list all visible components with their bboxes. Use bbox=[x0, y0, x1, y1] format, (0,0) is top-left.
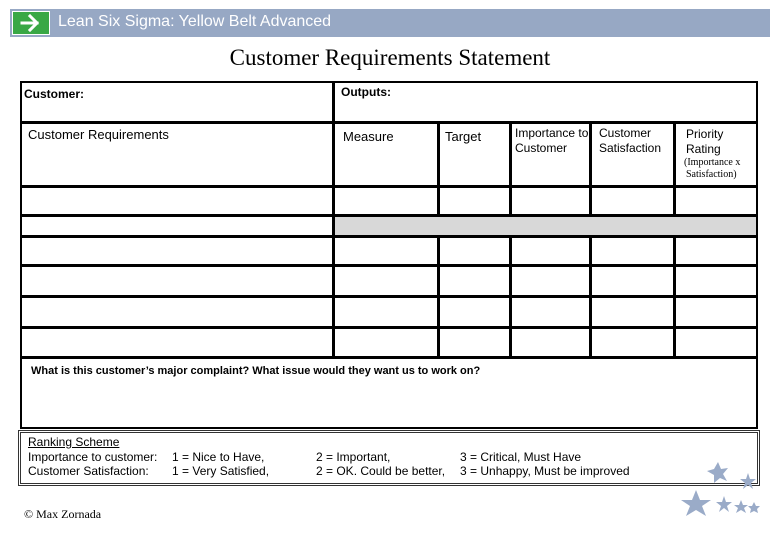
star-shape bbox=[707, 462, 728, 483]
star-shape bbox=[740, 473, 756, 489]
star-shape bbox=[716, 496, 732, 512]
star-shape bbox=[734, 500, 748, 513]
column-priority-line2: Rating bbox=[686, 142, 721, 156]
column-target: Target bbox=[445, 129, 482, 144]
table-cell[interactable] bbox=[510, 236, 591, 266]
ranking-satisfaction-2: 2 = OK. Could be better, bbox=[316, 464, 446, 478]
column-importance-line1: Importance to bbox=[515, 126, 589, 140]
arrow-right-icon bbox=[12, 11, 50, 35]
copyright-text: © Max Zornada bbox=[24, 507, 102, 521]
column-satisfaction-line1: Customer bbox=[599, 126, 652, 140]
ranking-importance-label: Importance to customer: bbox=[28, 450, 158, 464]
outputs-field[interactable] bbox=[333, 81, 758, 123]
shaded-row bbox=[333, 215, 758, 237]
table-cell[interactable] bbox=[20, 186, 334, 216]
app-title: Lean Six Sigma: Yellow Belt Advanced bbox=[58, 13, 332, 30]
column-priority-note-line1: (Importance x bbox=[684, 157, 741, 168]
table-cell[interactable] bbox=[438, 327, 511, 358]
table-cell[interactable] bbox=[674, 236, 758, 266]
star-shape bbox=[748, 502, 760, 513]
table-cell[interactable] bbox=[590, 327, 675, 358]
table-cell[interactable] bbox=[438, 186, 511, 216]
table-cell[interactable] bbox=[590, 265, 675, 297]
table-cell[interactable] bbox=[20, 327, 334, 358]
ranking-importance-2: 2 = Important, bbox=[316, 450, 391, 464]
page-title: Customer Requirements Statement bbox=[229, 45, 551, 70]
star-shape bbox=[681, 490, 711, 516]
table-cell[interactable] bbox=[20, 265, 334, 297]
column-priority-note-line2: Satisfaction) bbox=[686, 169, 737, 180]
table-cell[interactable] bbox=[333, 186, 439, 216]
table-cell[interactable] bbox=[333, 296, 439, 328]
table-cell[interactable] bbox=[20, 215, 334, 237]
table-cell[interactable] bbox=[20, 296, 334, 328]
column-priority-line1: Priority bbox=[686, 127, 724, 141]
stars-icon bbox=[681, 462, 760, 516]
table-cell[interactable] bbox=[510, 265, 591, 297]
table-cell[interactable] bbox=[674, 186, 758, 216]
table-cell[interactable] bbox=[590, 296, 675, 328]
ranking-title: Ranking Scheme bbox=[28, 435, 120, 449]
ranking-importance-1: 1 = Nice to Have, bbox=[172, 450, 265, 464]
table-cell[interactable] bbox=[333, 327, 439, 358]
app-header: Lean Six Sigma: Yellow Belt Advanced bbox=[10, 9, 770, 37]
table-cell[interactable] bbox=[674, 296, 758, 328]
table-cell[interactable] bbox=[438, 236, 511, 266]
ranking-satisfaction-3: 3 = Unhappy, Must be improved bbox=[460, 464, 630, 478]
ranking-importance-3: 3 = Critical, Must Have bbox=[460, 450, 582, 464]
column-importance-line2: Customer bbox=[515, 141, 568, 155]
customer-label: Customer: bbox=[24, 87, 85, 101]
table-cell[interactable] bbox=[20, 236, 334, 266]
table-cell[interactable] bbox=[674, 265, 758, 297]
ranking-satisfaction-label: Customer Satisfaction: bbox=[28, 464, 149, 478]
table-cell[interactable] bbox=[438, 296, 511, 328]
table-cell[interactable] bbox=[510, 327, 591, 358]
table-cell[interactable] bbox=[590, 186, 675, 216]
ranking-satisfaction-1: 1 = Very Satisfied, bbox=[172, 464, 270, 478]
column-measure: Measure bbox=[343, 129, 394, 144]
table-cell[interactable] bbox=[510, 186, 591, 216]
column-requirements: Customer Requirements bbox=[28, 127, 169, 142]
table-cell[interactable] bbox=[438, 265, 511, 297]
complaint-question: What is this customer’s major complaint?… bbox=[31, 365, 481, 377]
table-cell[interactable] bbox=[333, 236, 439, 266]
table-cell[interactable] bbox=[510, 296, 591, 328]
outputs-label: Outputs: bbox=[341, 85, 391, 99]
table-cell[interactable] bbox=[333, 265, 439, 297]
column-satisfaction-line2: Satisfaction bbox=[599, 141, 662, 155]
table-cell[interactable] bbox=[674, 327, 758, 358]
table-cell[interactable] bbox=[590, 236, 675, 266]
